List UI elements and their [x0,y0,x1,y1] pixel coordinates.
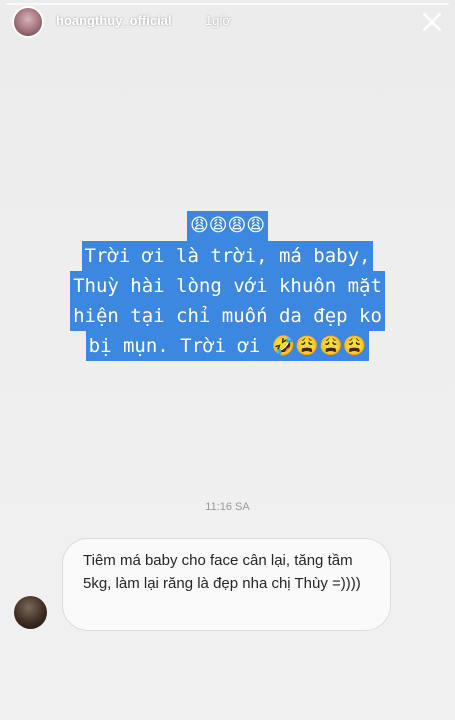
story-line: 😩😩😩😩 [186,211,269,241]
story-text: 😩😩😩😩 Trời ơi là trời, má baby, Thuỳ hài … [0,210,455,361]
story-header: hoangthuy_official 1giờ [0,0,455,50]
story-line: hiện tại chỉ muốn da đẹp ko [70,301,385,331]
message-bubble: Tiêm má baby cho face cân lại, tăng tầm … [62,538,391,631]
story-line: Thuỳ hài lòng với khuôn mặt [70,271,385,301]
username[interactable]: hoangthuy_official [56,13,172,28]
user-avatar[interactable] [12,6,44,38]
story-line: bị mụn. Trời ơi 🤣😩😩😩 [85,331,370,361]
sender-avatar[interactable] [14,596,47,629]
story-line: Trời ơi là trời, má baby, [81,241,374,271]
close-icon[interactable] [418,8,446,36]
message-timestamp: 11:16 SA [205,501,250,513]
message-row: Tiêm má baby cho face cân lại, tăng tầm … [14,538,444,633]
post-time: 1giờ [205,13,231,28]
